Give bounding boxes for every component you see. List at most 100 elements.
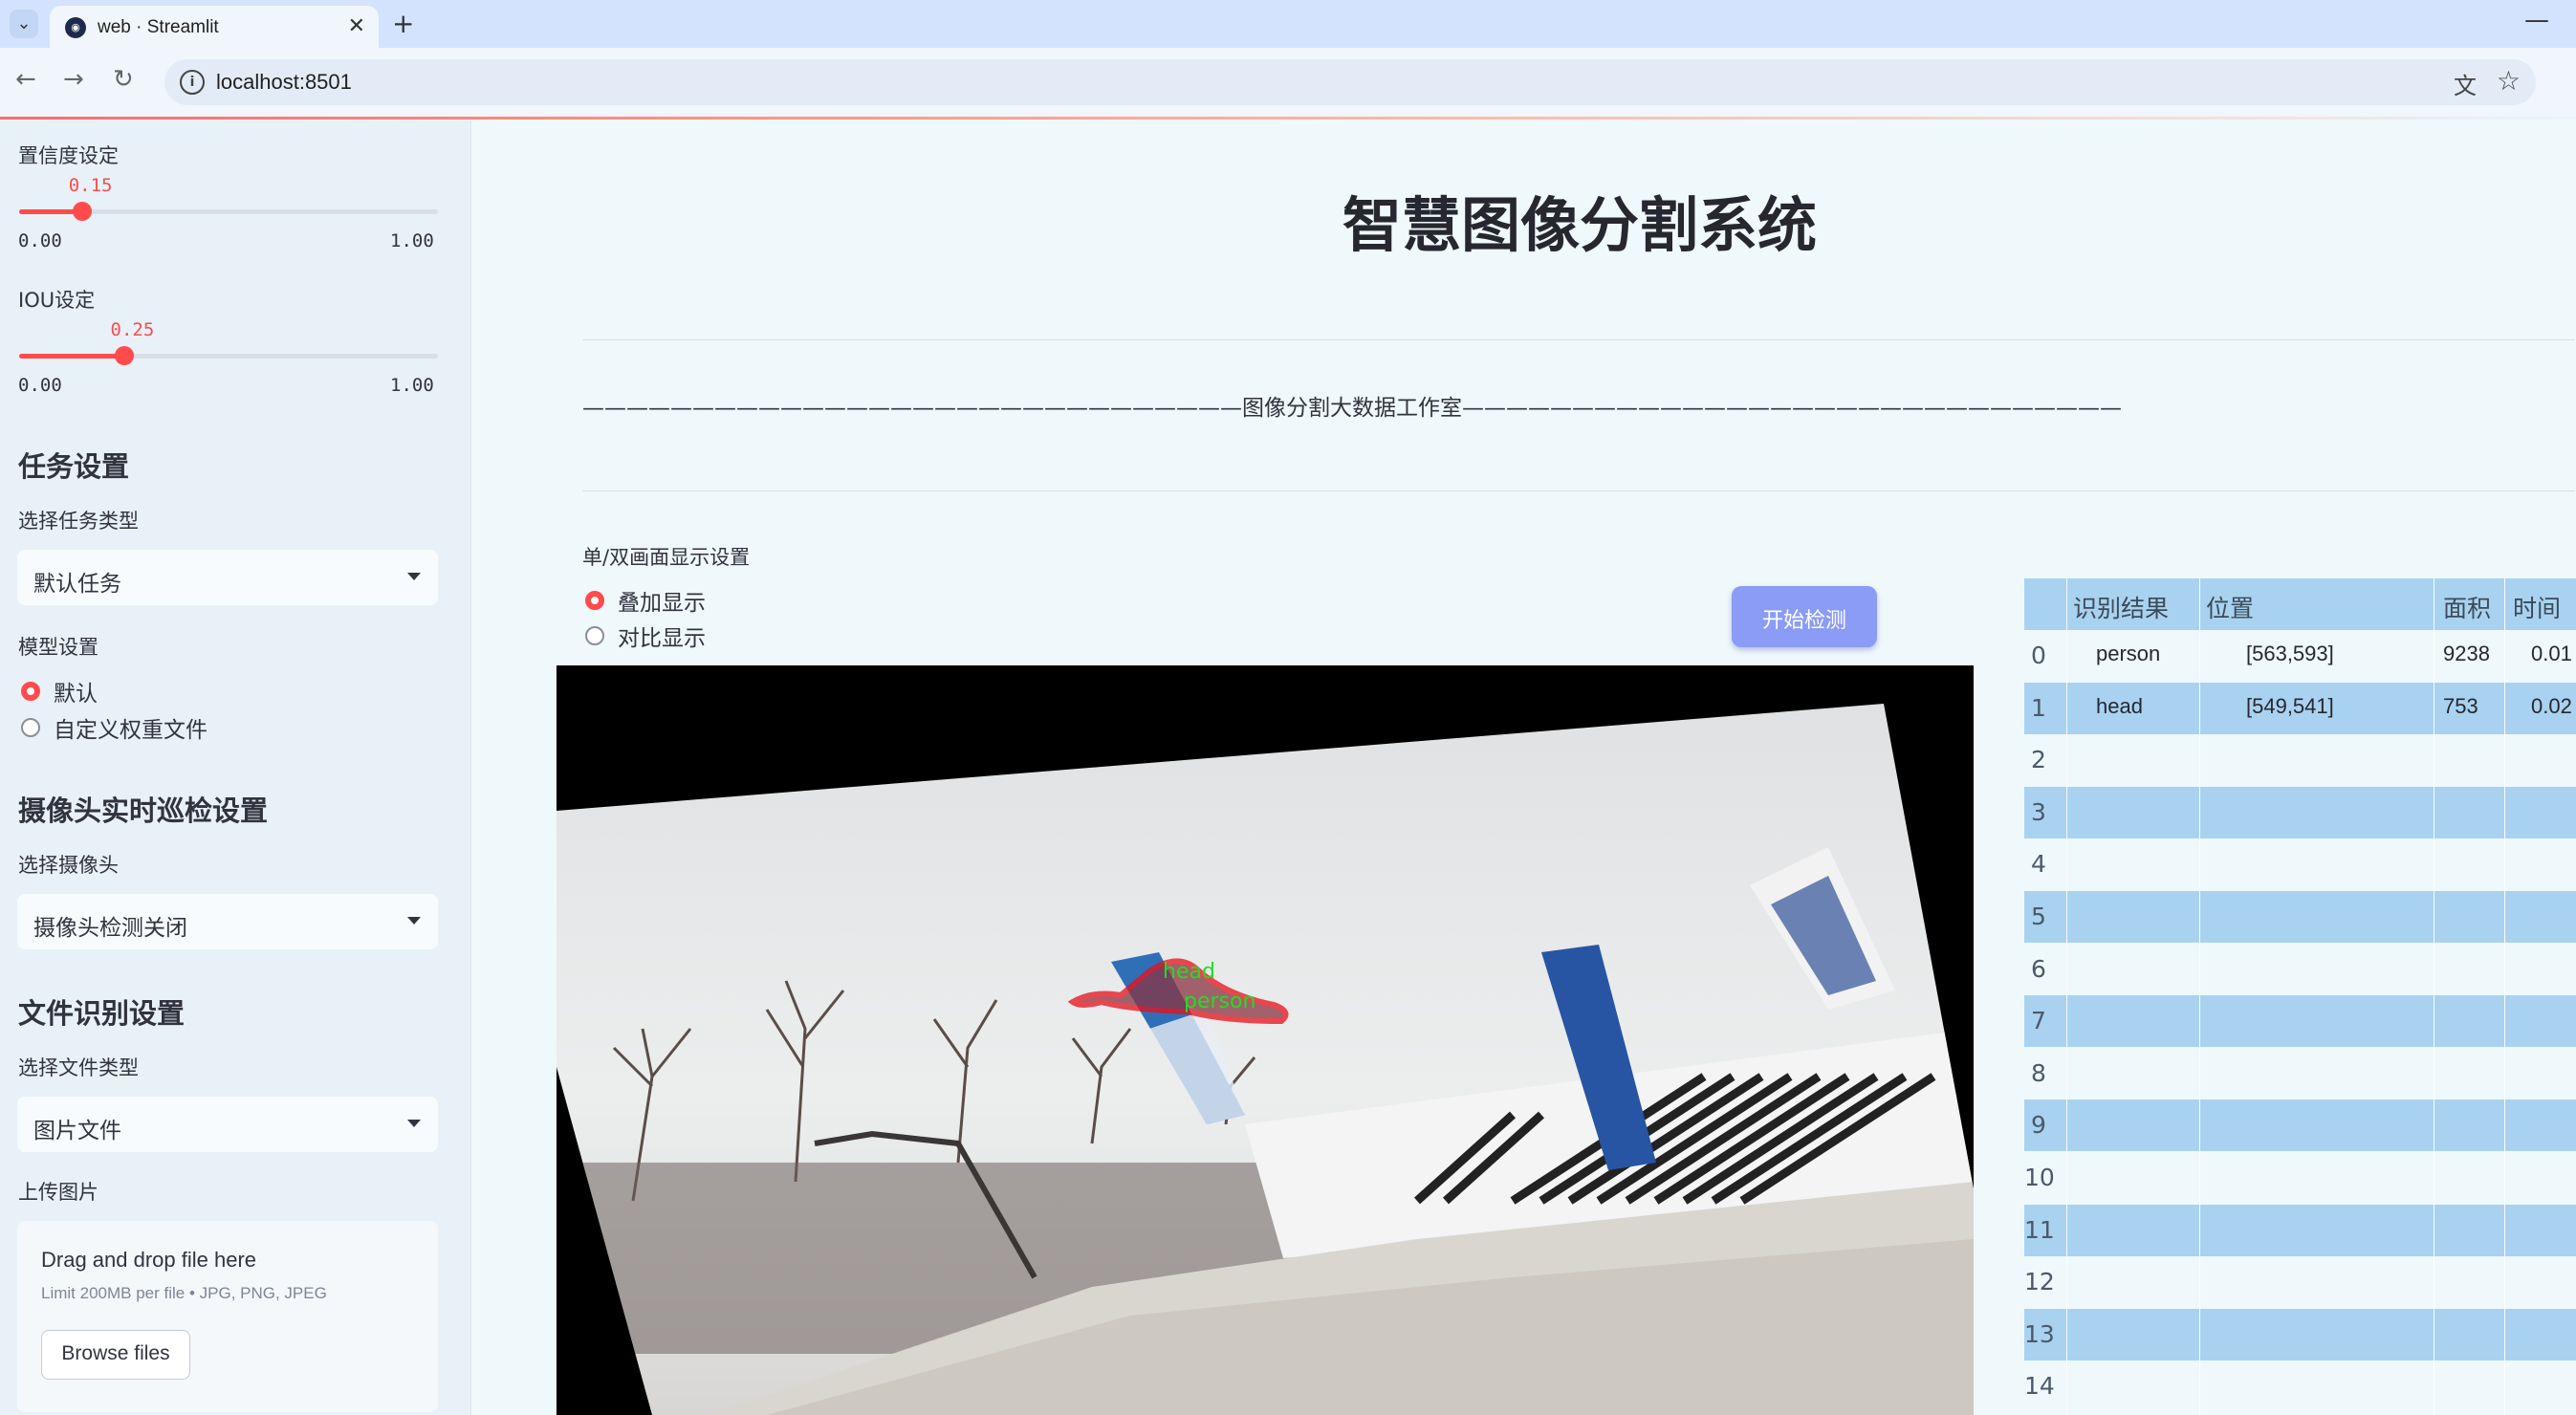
row-index: 0 bbox=[2031, 642, 2046, 669]
iou-slider-thumb[interactable] bbox=[114, 346, 134, 365]
table-row[interactable]: 8 bbox=[2024, 1047, 2576, 1099]
back-arrow-icon[interactable]: ← bbox=[15, 65, 36, 94]
camera-select[interactable]: 摄像头检测关闭 bbox=[17, 894, 438, 949]
confidence-slider-thumb[interactable] bbox=[72, 202, 92, 221]
cell-area: 9238 bbox=[2443, 642, 2490, 665]
reload-icon[interactable]: ↻ bbox=[113, 65, 134, 94]
table-row[interactable]: 12 bbox=[2024, 1256, 2576, 1309]
browse-files-button[interactable]: Browse files bbox=[41, 1330, 190, 1380]
results-table[interactable]: 识别结果 位置 面积 时间 0 person [563,593] 9238 0.01 1 h… bbox=[2024, 578, 2576, 1415]
browser-tab[interactable]: ◉ web · Streamlit ✕ bbox=[50, 6, 379, 48]
iou-label: IOU设定 bbox=[18, 289, 96, 312]
table-row[interactable]: 2 bbox=[2024, 734, 2576, 787]
tab-search-chevron-icon[interactable]: ⌄ bbox=[10, 10, 38, 38]
table-row[interactable]: 7 bbox=[2024, 995, 2576, 1048]
table-row[interactable]: 14 bbox=[2024, 1361, 2576, 1413]
table-row[interactable]: 10 bbox=[2024, 1152, 2576, 1204]
person-detection-label: person bbox=[1184, 990, 1255, 1013]
column-header-time: 时间 bbox=[2513, 595, 2562, 622]
file-type-value: 图片文件 bbox=[33, 1119, 121, 1143]
row-index: 12 bbox=[2024, 1268, 2055, 1296]
table-row[interactable]: 9 bbox=[2024, 1099, 2576, 1152]
head-detection-label: head bbox=[1163, 960, 1215, 984]
forward-arrow-icon[interactable]: → bbox=[63, 65, 84, 94]
detection-image: head person bbox=[557, 665, 1974, 1415]
translate-icon[interactable]: ⽂ bbox=[2454, 67, 2477, 100]
iou-max: 1.00 bbox=[390, 375, 434, 396]
confidence-value: 0.15 bbox=[68, 175, 113, 196]
table-row[interactable]: 13 bbox=[2024, 1308, 2576, 1361]
table-row[interactable]: 3 bbox=[2024, 786, 2576, 838]
table-row[interactable]: 1 head [549,541] 753 0.02 bbox=[2024, 682, 2576, 734]
divider-bottom bbox=[582, 490, 2575, 491]
cell-position: [549,541] bbox=[2246, 693, 2334, 718]
table-row[interactable]: 5 bbox=[2024, 891, 2576, 943]
file-dropzone[interactable]: Drag and drop file here Limit 200MB per … bbox=[17, 1221, 438, 1412]
segmented-photo: head person bbox=[557, 704, 1974, 1415]
row-index: 3 bbox=[2031, 797, 2046, 826]
browser-tab-bar: ⌄ ◉ web · Streamlit ✕ + — bbox=[0, 0, 2576, 48]
cell-time: 0.01 bbox=[2531, 642, 2572, 665]
table-row[interactable]: 0 person [563,593] 9238 0.01 bbox=[2024, 630, 2576, 682]
site-info-icon[interactable]: i bbox=[180, 70, 205, 95]
url-input[interactable]: i localhost:8501 ⽂ ☆ bbox=[164, 59, 2536, 105]
confidence-label: 置信度设定 bbox=[18, 144, 119, 167]
divider-top bbox=[582, 339, 2575, 340]
start-detection-button[interactable]: 开始检测 bbox=[1732, 586, 1877, 647]
overlay-display-radio[interactable] bbox=[585, 591, 604, 610]
confidence-min: 0.00 bbox=[18, 230, 62, 251]
sidebar: 置信度设定 0.15 0.00 1.00 IOU设定 0.25 0.00 1.0… bbox=[0, 120, 471, 1415]
task-type-select[interactable]: 默认任务 bbox=[17, 550, 438, 605]
row-index: 7 bbox=[2031, 1007, 2046, 1035]
camera-settings-heading: 摄像头实时巡检设置 bbox=[18, 795, 269, 827]
page-title: 智慧图像分割系统 bbox=[1342, 190, 1817, 260]
cell-position: [563,593] bbox=[2246, 642, 2334, 665]
streamlit-favicon-icon: ◉ bbox=[65, 17, 86, 38]
row-index: 8 bbox=[2031, 1058, 2046, 1087]
model-settings-label: 模型设置 bbox=[18, 636, 98, 659]
row-index: 13 bbox=[2024, 1319, 2055, 1348]
close-tab-icon[interactable]: ✕ bbox=[348, 14, 365, 38]
dropzone-title: Drag and drop file here bbox=[41, 1248, 257, 1272]
task-type-label: 选择任务类型 bbox=[18, 510, 139, 533]
table-row[interactable]: 4 bbox=[2024, 838, 2576, 891]
bookmark-star-icon[interactable]: ☆ bbox=[2497, 65, 2521, 97]
file-type-select[interactable]: 图片文件 bbox=[17, 1097, 438, 1152]
table-row[interactable]: 6 bbox=[2024, 943, 2576, 995]
new-tab-icon[interactable]: + bbox=[392, 8, 414, 39]
start-detection-label: 开始检测 bbox=[1761, 609, 1846, 633]
column-divider bbox=[2504, 578, 2505, 1415]
task-type-value: 默认任务 bbox=[33, 572, 121, 597]
table-row[interactable]: 11 bbox=[2024, 1204, 2576, 1256]
column-divider bbox=[2199, 578, 2200, 1415]
browse-files-label: Browse files bbox=[61, 1342, 170, 1364]
compare-display-radio[interactable] bbox=[585, 626, 604, 645]
model-custom-label: 自定义权重文件 bbox=[54, 718, 207, 743]
row-index: 5 bbox=[2031, 903, 2046, 930]
tab-title: web · Streamlit bbox=[98, 17, 219, 37]
file-settings-heading: 文件识别设置 bbox=[18, 997, 186, 1030]
camera-select-value: 摄像头检测关闭 bbox=[33, 916, 187, 941]
row-index: 4 bbox=[2031, 850, 2046, 879]
model-default-radio[interactable] bbox=[21, 682, 40, 701]
row-index: 9 bbox=[2031, 1111, 2046, 1140]
minimize-window-icon[interactable]: — bbox=[2524, 6, 2549, 34]
confidence-slider[interactable] bbox=[19, 202, 438, 221]
row-index: 10 bbox=[2024, 1164, 2055, 1191]
cell-area: 753 bbox=[2443, 693, 2478, 718]
model-default-label: 默认 bbox=[54, 682, 98, 707]
task-settings-heading: 任务设置 bbox=[18, 450, 130, 483]
row-index: 2 bbox=[2031, 746, 2046, 774]
compare-display-label: 对比显示 bbox=[618, 626, 706, 651]
main-content: 智慧图像分割系统 ——————————————————————————————图… bbox=[471, 120, 2576, 1415]
model-custom-radio[interactable] bbox=[21, 718, 40, 737]
chevron-down-icon bbox=[407, 1120, 421, 1127]
column-header-area: 面积 bbox=[2443, 595, 2492, 622]
iou-slider[interactable] bbox=[19, 346, 438, 365]
display-mode-label: 单/双画面显示设置 bbox=[582, 546, 751, 569]
camera-select-label: 选择摄像头 bbox=[18, 854, 119, 877]
chevron-down-icon bbox=[407, 917, 421, 925]
iou-slider-fill bbox=[19, 354, 124, 359]
column-header-position: 位置 bbox=[2206, 595, 2255, 622]
confidence-max: 1.00 bbox=[390, 230, 434, 251]
